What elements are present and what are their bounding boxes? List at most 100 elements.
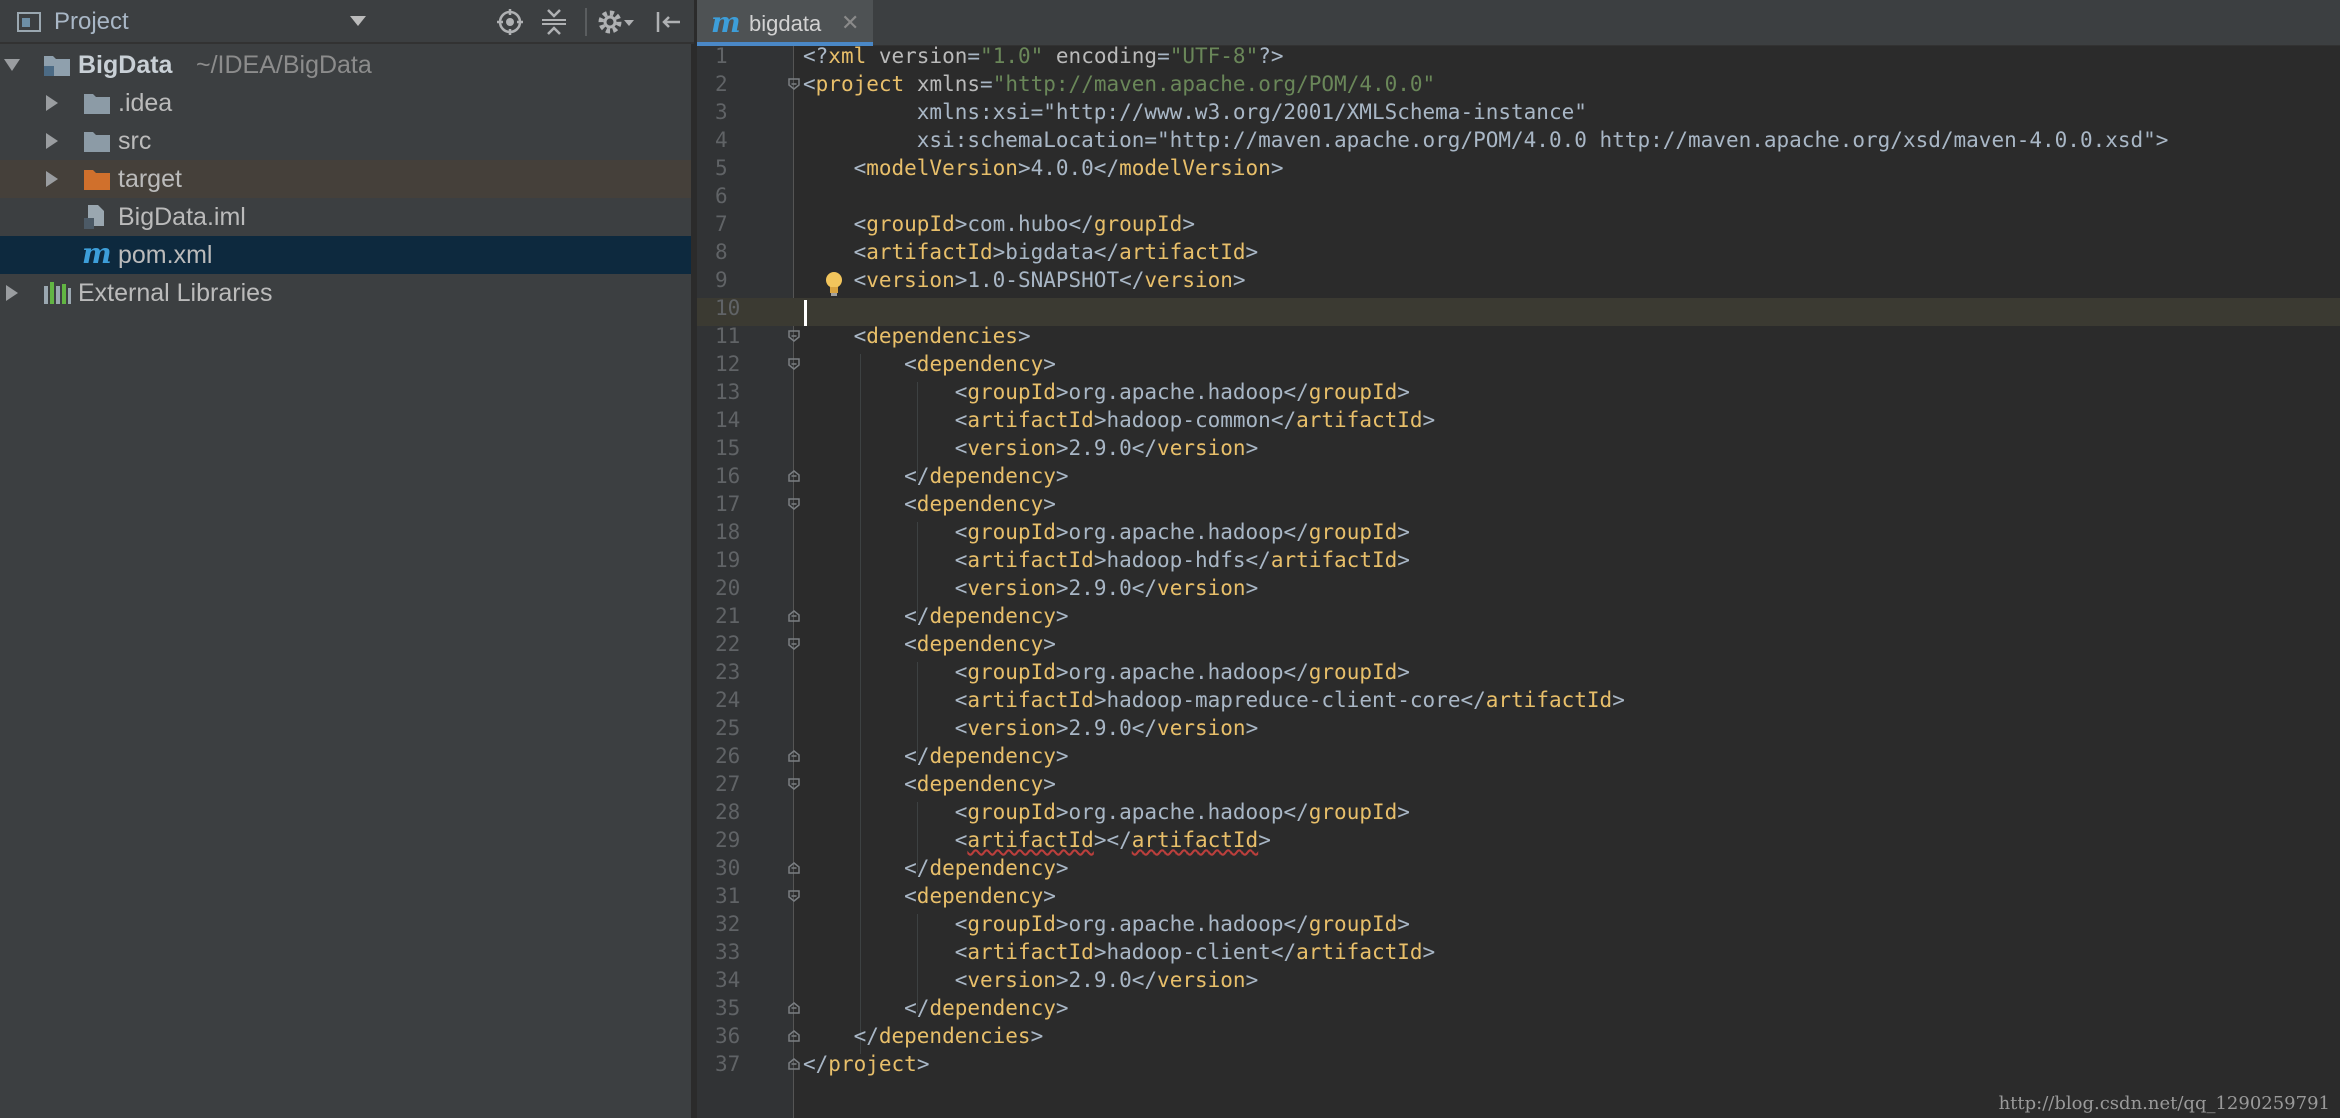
gear-icon[interactable] [596, 6, 636, 38]
text-caret [804, 300, 807, 326]
fold-open-icon[interactable] [787, 77, 801, 91]
tab-bigdata[interactable]: m bigdata ✕ [697, 0, 873, 46]
code-text: <groupId>org.apache.hadoop</groupId> [803, 380, 1410, 404]
fold-close-icon[interactable] [787, 1057, 801, 1071]
fold-open-icon[interactable] [787, 777, 801, 791]
fold-open-icon[interactable] [787, 637, 801, 651]
code-text: xmlns:xsi="http://www.w3.org/2001/XMLSch… [803, 100, 1587, 124]
code-line[interactable]: 30 </dependency> [697, 854, 2340, 882]
fold-open-icon[interactable] [787, 329, 801, 343]
code-line[interactable]: 10 [697, 294, 2340, 322]
line-number: 3 [715, 100, 728, 124]
project-view-selector[interactable]: Project [54, 8, 129, 36]
code-line[interactable]: 6 [697, 182, 2340, 210]
folder-icon [84, 132, 110, 152]
code-line[interactable]: 19 <artifactId>hadoop-hdfs</artifactId> [697, 546, 2340, 574]
code-line[interactable]: 7 <groupId>com.hubo</groupId> [697, 210, 2340, 238]
code-line[interactable]: 1 <?xml version="1.0" encoding="UTF-8"?> [697, 42, 2340, 70]
fold-open-icon[interactable] [787, 889, 801, 903]
code-line[interactable]: 26 </dependency> [697, 742, 2340, 770]
tree-item-target[interactable]: target [0, 160, 691, 198]
fold-close-icon[interactable] [787, 861, 801, 875]
tree-item-pom-xml[interactable]: m pom.xml [0, 236, 691, 274]
line-number: 21 [715, 604, 741, 628]
fold-close-icon[interactable] [787, 1029, 801, 1043]
line-number: 35 [715, 996, 741, 1020]
code-line[interactable]: 9 <version>1.0-SNAPSHOT</version> [697, 266, 2340, 294]
close-icon[interactable]: ✕ [841, 10, 859, 36]
line-number: 22 [715, 632, 741, 656]
line-number: 18 [715, 520, 741, 544]
collapse-all-icon[interactable] [538, 6, 570, 38]
line-number: 11 [715, 324, 741, 348]
code-line[interactable]: 3 xmlns:xsi="http://www.w3.org/2001/XMLS… [697, 98, 2340, 126]
code-line[interactable]: 35 </dependency> [697, 994, 2340, 1022]
code-line[interactable]: 12 <dependency> [697, 350, 2340, 378]
code-text: <groupId>org.apache.hadoop</groupId> [803, 660, 1410, 684]
line-number: 29 [715, 828, 741, 852]
lightbulb-icon[interactable] [822, 270, 846, 298]
code-line[interactable]: 15 <version>2.9.0</version> [697, 434, 2340, 462]
expand-arrow-icon[interactable] [46, 171, 58, 187]
code-line[interactable]: 22 <dependency> [697, 630, 2340, 658]
code-line[interactable]: 18 <groupId>org.apache.hadoop</groupId> [697, 518, 2340, 546]
code-text: <artifactId>hadoop-common</artifactId> [803, 408, 1436, 432]
code-line[interactable]: 2 <project xmlns="http://maven.apache.org… [697, 70, 2340, 98]
code-line[interactable]: 21 </dependency> [697, 602, 2340, 630]
tree-item-bigdata-iml[interactable]: BigData.iml [0, 198, 691, 236]
fold-close-icon[interactable] [787, 1001, 801, 1015]
iml-file-icon [84, 205, 104, 229]
line-number: 4 [715, 128, 728, 152]
code-line[interactable]: 11 <dependencies> [697, 322, 2340, 350]
code-line[interactable]: 23 <groupId>org.apache.hadoop</groupId> [697, 658, 2340, 686]
code-line[interactable]: 36 </dependencies> [697, 1022, 2340, 1050]
code-line[interactable]: 13 <groupId>org.apache.hadoop</groupId> [697, 378, 2340, 406]
line-number: 36 [715, 1024, 741, 1048]
code-line[interactable]: 14 <artifactId>hadoop-common</artifactId… [697, 406, 2340, 434]
expand-arrow-icon[interactable] [4, 59, 20, 71]
expand-arrow-icon[interactable] [46, 133, 58, 149]
code-line[interactable]: 24 <artifactId>hadoop-mapreduce-client-c… [697, 686, 2340, 714]
expand-arrow-icon[interactable] [6, 285, 18, 301]
tree-item-bigdata[interactable]: BigData ~/IDEA/BigData [0, 46, 691, 84]
line-number: 37 [715, 1052, 741, 1076]
fold-open-icon[interactable] [787, 357, 801, 371]
code-text: <dependency> [803, 492, 1056, 516]
line-number: 26 [715, 744, 741, 768]
locate-target-icon[interactable] [494, 6, 526, 38]
tree-item-external-libraries[interactable]: External Libraries [0, 274, 691, 312]
code-line[interactable]: 27 <dependency> [697, 770, 2340, 798]
code-line[interactable]: 25 <version>2.9.0</version> [697, 714, 2340, 742]
code-line[interactable]: 33 <artifactId>hadoop-client</artifactId… [697, 938, 2340, 966]
tree-item-src[interactable]: src [0, 122, 691, 160]
code-line[interactable]: 5 <modelVersion>4.0.0</modelVersion> [697, 154, 2340, 182]
code-text: </dependency> [803, 744, 1069, 768]
code-line[interactable]: 16 </dependency> [697, 462, 2340, 490]
tree-item-idea[interactable]: .idea [0, 84, 691, 122]
chevron-down-icon[interactable] [350, 16, 366, 26]
code-line[interactable]: 34 <version>2.9.0</version> [697, 966, 2340, 994]
code-line[interactable]: 32 <groupId>org.apache.hadoop</groupId> [697, 910, 2340, 938]
code-line[interactable]: 20 <version>2.9.0</version> [697, 574, 2340, 602]
code-line[interactable]: 31 <dependency> [697, 882, 2340, 910]
expand-arrow-icon[interactable] [46, 95, 58, 111]
code-line[interactable]: 4 xsi:schemaLocation="http://maven.apach… [697, 126, 2340, 154]
code-text: <groupId>org.apache.hadoop</groupId> [803, 520, 1410, 544]
line-number: 9 [715, 268, 728, 292]
fold-close-icon[interactable] [787, 609, 801, 623]
code-line[interactable]: 8 <artifactId>bigdata</artifactId> [697, 238, 2340, 266]
fold-close-icon[interactable] [787, 749, 801, 763]
fold-open-icon[interactable] [787, 497, 801, 511]
maven-file-icon: m [711, 6, 741, 39]
line-number: 27 [715, 772, 741, 796]
code-text: <dependencies> [803, 324, 1031, 348]
code-line[interactable]: 29 <artifactId></artifactId> [697, 826, 2340, 854]
code-line[interactable]: 28 <groupId>org.apache.hadoop</groupId> [697, 798, 2340, 826]
code-line[interactable]: 37 </project> [697, 1050, 2340, 1078]
line-number: 30 [715, 856, 741, 880]
code-text: <version>2.9.0</version> [803, 576, 1259, 600]
fold-close-icon[interactable] [787, 469, 801, 483]
line-number: 32 [715, 912, 741, 936]
hide-panel-icon[interactable] [652, 6, 684, 38]
code-line[interactable]: 17 <dependency> [697, 490, 2340, 518]
